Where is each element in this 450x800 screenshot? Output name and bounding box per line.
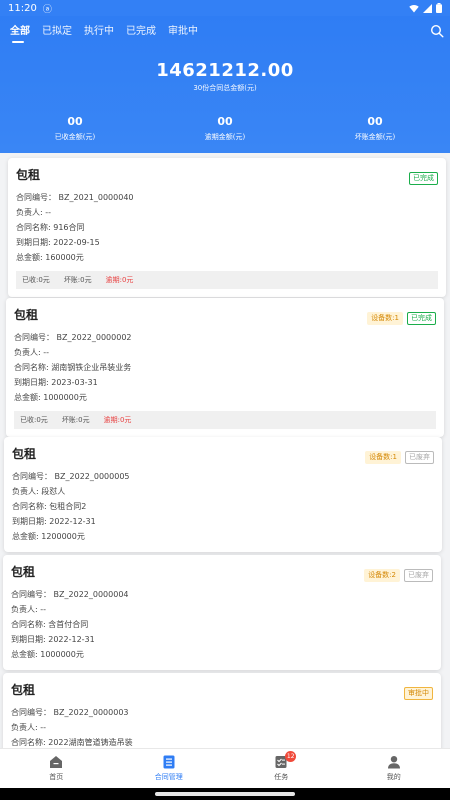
- device-count-badge: 设备数:2: [364, 569, 400, 582]
- nav-label: 首页: [49, 773, 64, 781]
- card-badges: 设备数:1 已完成: [367, 312, 436, 325]
- contract-total: 总金额: 1200000元: [12, 532, 85, 541]
- total-amount: 14621212.00: [156, 60, 294, 81]
- contract-total: 总金额: 1000000元: [11, 650, 84, 659]
- contract-name: 合同名称: 湖南钢铁企业吊装业务: [14, 363, 132, 372]
- stat-bad-debt: 00 坏账金额(元): [355, 115, 395, 142]
- contract-card[interactable]: 包租 审批中 合同编号： BZ_2022_0000003 负责人: -- 合同名…: [3, 673, 441, 748]
- nav-profile[interactable]: 我的: [364, 755, 424, 782]
- card-badges: 审批中: [404, 687, 433, 700]
- contract-number: 合同编号： BZ_2022_0000005: [12, 472, 130, 481]
- contract-card[interactable]: 包租 设备数:1 已完成 合同编号： BZ_2022_0000002 负责人: …: [6, 298, 444, 437]
- status-badge: 已废弃: [405, 451, 434, 464]
- contract-owner: 负责人: --: [11, 723, 47, 732]
- contract-total: 总金额: 160000元: [16, 253, 84, 262]
- user-icon: [387, 756, 400, 769]
- overdue-amount: 逾期:0元: [103, 416, 132, 424]
- contract-due-date: 到期日期: 2022-12-31: [11, 635, 95, 644]
- contract-number: 合同编号： BZ_2022_0000003: [11, 708, 129, 717]
- search-icon[interactable]: [430, 24, 444, 38]
- nav-label: 合同管理: [154, 773, 183, 781]
- contract-owner: 负责人: 段怼人: [12, 487, 66, 496]
- contract-name: 合同名称: 2022湖南管道铸造吊装: [11, 738, 133, 747]
- contract-due-date: 到期日期: 2022-12-31: [12, 517, 96, 526]
- total-caption: 30份合同总金额(元): [193, 84, 257, 92]
- status-badge: 审批中: [404, 687, 433, 700]
- stat-value: 00: [217, 115, 233, 128]
- payment-summary: 已收:0元 坏账:0元 逾期:0元: [14, 411, 436, 429]
- contract-owner: 负责人: --: [14, 348, 50, 357]
- system-nav-bar: [0, 788, 450, 800]
- home-icon: [50, 756, 63, 768]
- stat-received: 00 已收金额(元): [55, 115, 95, 142]
- received-amount: 已收:0元: [22, 276, 50, 284]
- stat-label: 坏账金额(元): [354, 133, 396, 141]
- home-indicator[interactable]: [155, 792, 295, 796]
- contract-name: 合同名称: 含首付合同: [11, 620, 89, 629]
- contract-card[interactable]: 包租 已完成 合同编号： BZ_2021_0000040 负责人: -- 合同名…: [8, 158, 446, 297]
- contract-icon: [163, 755, 175, 769]
- status-tabs: 全部 已拟定 执行中 已完成 审批中: [0, 16, 450, 43]
- stat-value: 00: [367, 115, 383, 128]
- status-badge: 已完成: [409, 172, 438, 185]
- contract-card[interactable]: 包租 设备数:1 已废弃 合同编号： BZ_2022_0000005 负责人: …: [4, 437, 442, 552]
- status-bar: 11:20 ⓐ: [0, 0, 450, 16]
- stat-label: 已收金额(元): [54, 133, 96, 141]
- status-time: 11:20: [8, 2, 37, 14]
- contract-card[interactable]: 包租 设备数:2 已废弃 合同编号： BZ_2022_0000004 负责人: …: [3, 555, 441, 670]
- stat-label: 逾期金额(元): [204, 133, 246, 141]
- contract-due-date: 到期日期: 2023-03-31: [14, 378, 98, 387]
- device-count-badge: 设备数:1: [365, 451, 401, 464]
- a-icon: ⓐ: [42, 4, 52, 15]
- tab-approving[interactable]: 审批中: [168, 22, 198, 37]
- bad-debt-amount: 坏账:0元: [63, 276, 92, 284]
- contract-name: 合同名称: 包租合同2: [12, 502, 87, 511]
- bad-debt-amount: 坏账:0元: [61, 416, 90, 424]
- bottom-nav: 首页 合同管理 12 任务 我的: [0, 748, 450, 788]
- contract-owner: 负责人: --: [16, 208, 52, 217]
- nav-home[interactable]: 首页: [26, 755, 86, 782]
- nav-label: 任务: [274, 773, 289, 781]
- tab-completed[interactable]: 已完成: [126, 22, 156, 37]
- contract-type: 包租: [11, 683, 36, 697]
- battery-icon: [436, 3, 442, 13]
- card-badges: 设备数:2 已废弃: [364, 569, 433, 582]
- tab-all[interactable]: 全部: [10, 22, 30, 43]
- device-count-badge: 设备数:1: [367, 312, 403, 325]
- header-panel: 全部 已拟定 执行中 已完成 审批中 14621212.00 30份合同总金额(…: [0, 16, 450, 153]
- task-count-badge: 12: [285, 751, 297, 762]
- payment-summary: 已收:0元 坏账:0元 逾期:0元: [16, 271, 438, 289]
- contract-list: 包租 已完成 合同编号： BZ_2021_0000040 负责人: -- 合同名…: [0, 155, 450, 748]
- tab-drafted[interactable]: 已拟定: [42, 22, 72, 37]
- contract-owner: 负责人: --: [11, 605, 47, 614]
- contract-number: 合同编号： BZ_2022_0000002: [14, 333, 132, 342]
- total-summary: 14621212.00 30份合同总金额(元): [0, 60, 450, 93]
- contract-due-date: 到期日期: 2022-09-15: [16, 238, 100, 247]
- contract-number: 合同编号： BZ_2022_0000004: [11, 590, 129, 599]
- card-badges: 已完成: [409, 172, 438, 185]
- wifi-icon: [409, 4, 419, 12]
- contract-total: 总金额: 1000000元: [14, 393, 87, 402]
- card-badges: 设备数:1 已废弃: [365, 451, 434, 464]
- stat-value: 00: [67, 115, 83, 128]
- amount-stats: 00 已收金额(元) 00 逾期金额(元) 00 坏账金额(元): [0, 115, 450, 142]
- nav-contracts[interactable]: 合同管理: [139, 755, 199, 782]
- status-icons: [409, 3, 442, 13]
- received-amount: 已收:0元: [20, 416, 48, 424]
- contract-type: 包租: [16, 168, 41, 182]
- contract-name: 合同名称: 916合同: [16, 223, 85, 232]
- status-badge: 已完成: [407, 312, 436, 325]
- stat-overdue: 00 逾期金额(元): [205, 115, 245, 142]
- nav-label: 我的: [386, 773, 401, 781]
- tab-executing[interactable]: 执行中: [84, 22, 114, 37]
- contract-number: 合同编号： BZ_2021_0000040: [16, 193, 134, 202]
- nav-tasks[interactable]: 12 任务: [251, 751, 311, 782]
- status-badge: 已废弃: [404, 569, 433, 582]
- overdue-amount: 逾期:0元: [105, 276, 134, 284]
- signal-icon: [423, 3, 432, 13]
